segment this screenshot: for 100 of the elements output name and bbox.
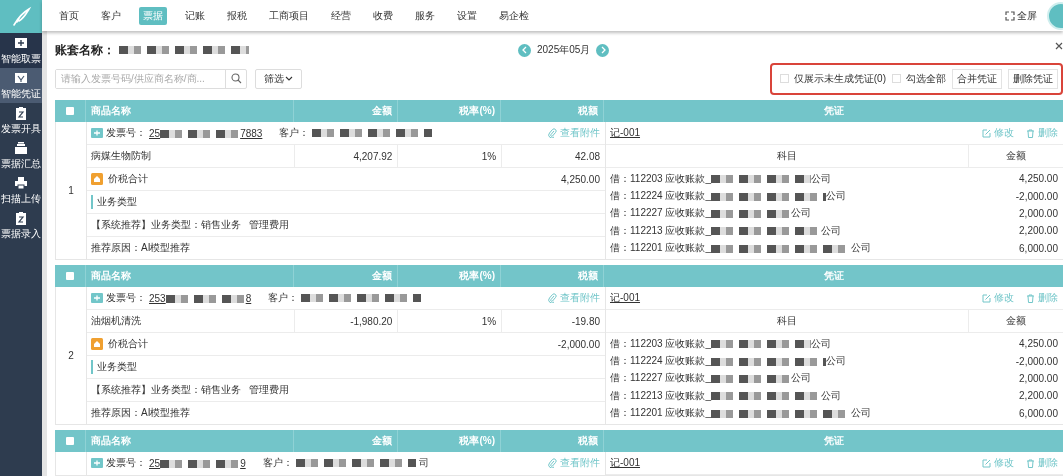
invoice-icon <box>91 128 103 138</box>
nav-tab[interactable]: 客户 <box>97 6 125 25</box>
column-header: 商品名称 <box>91 434 131 448</box>
table-cell-text: 42.08 <box>574 149 601 164</box>
column-header: 凭证 <box>823 434 844 448</box>
customer-name: 司 <box>418 456 429 470</box>
sidebar-item[interactable]: 发票开具 <box>0 103 42 138</box>
fullscreen-button[interactable]: 全屏 <box>1005 8 1037 23</box>
checkbox[interactable] <box>892 74 901 83</box>
nav-tab[interactable]: 记账 <box>181 6 209 25</box>
trash-icon <box>1026 458 1035 468</box>
search-field[interactable]: 请输入发票号码/供应商名称/商... <box>55 68 247 89</box>
table-cell: 4,207.92 <box>294 145 399 167</box>
total-icon <box>91 338 103 350</box>
section-label: 业务类型 <box>91 360 137 374</box>
invoice-icon <box>91 293 103 303</box>
chevron-left-icon <box>520 46 529 54</box>
column-header: 金额 <box>1005 149 1027 163</box>
section-label: 业务类型 <box>91 195 137 209</box>
nav-tab[interactable]: 首页 <box>55 6 83 25</box>
voucher-link[interactable]: 记-001 <box>610 126 640 140</box>
nav-tab[interactable]: 服务 <box>411 6 439 25</box>
recommendation-text: 【系统推荐】业务类型：销售业务 管理费用 <box>91 383 290 397</box>
paperclip-icon <box>548 128 557 138</box>
sidebar-item[interactable]: 票据汇总 <box>0 138 42 173</box>
customer-label: 客户： <box>279 126 310 140</box>
toolbar-button[interactable]: 删除凭证 <box>1008 68 1058 89</box>
nav-tab[interactable]: 经营 <box>327 6 355 25</box>
checkbox[interactable] <box>66 437 74 445</box>
column-header: 税额 <box>578 434 598 448</box>
trash-icon <box>1026 128 1035 138</box>
nav-tab[interactable]: 报税 <box>223 6 251 25</box>
voucher-link[interactable]: 记-001 <box>610 291 640 305</box>
table-cell: 病媒生物防制 <box>87 145 295 167</box>
account-entry: 借：112201 应收账款_ 公司 <box>610 406 871 421</box>
customer-label: 客户： <box>262 456 293 470</box>
edit-icon <box>982 128 991 138</box>
column-header: 凭证 <box>823 104 844 118</box>
nav-tab[interactable]: 收费 <box>369 6 397 25</box>
sidebar-item[interactable]: 扫描上传 <box>0 173 42 208</box>
column-header: 商品名称 <box>91 269 131 283</box>
voucher-link[interactable]: 记-001 <box>610 456 640 470</box>
entry-amount: 6,000.00 <box>1019 407 1058 419</box>
previous-month-button[interactable] <box>518 43 531 57</box>
clipboard-icon <box>14 105 28 120</box>
account-entry: 借：112213 应收账款_ 公司 <box>610 223 841 238</box>
close-icon[interactable] <box>1055 42 1063 50</box>
entry-amount: -2,000.00 <box>1015 355 1058 367</box>
nav-tab[interactable]: 易企检 <box>495 6 533 25</box>
table-cell: 油烟机清洗 <box>87 310 295 332</box>
column-header: 商品名称 <box>91 104 131 118</box>
next-month-button[interactable] <box>596 43 610 57</box>
sidebar-item[interactable]: 智能取票 <box>0 33 42 68</box>
column-header: 税率(%) <box>459 104 495 118</box>
account-entry: 借：112201 应收账款_ 公司 <box>610 241 871 256</box>
nav-tab[interactable]: 工商项目 <box>265 6 313 25</box>
total-icon <box>91 173 103 185</box>
account-entry: 借：112224 应收账款_ 公司 <box>610 189 846 204</box>
entry-amount: 4,250.00 <box>1019 173 1058 185</box>
filter-dropdown[interactable]: 筛选 <box>255 68 302 89</box>
entry-amount: 4,250.00 <box>1019 338 1058 350</box>
column-header: 金额 <box>1005 314 1027 328</box>
recommendation-text: 【系统推荐】业务类型：销售业务 管理费用 <box>91 218 290 232</box>
tray-icon <box>14 140 28 155</box>
sidebar-item[interactable]: 票据录入 <box>0 208 42 243</box>
toolbar-button[interactable]: 合并凭证 <box>952 68 1002 89</box>
account-entry: 借：112213 应收账款_ 公司 <box>610 388 841 403</box>
column-header: 税率(%) <box>459 269 495 283</box>
checkbox[interactable] <box>66 107 74 115</box>
edit-icon <box>982 293 991 303</box>
account-entry: 借：112224 应收账款_ 公司 <box>610 354 846 369</box>
entry-amount: -2,000.00 <box>1015 190 1058 202</box>
paperclip-icon <box>548 458 557 468</box>
column-header: 税率(%) <box>459 434 495 448</box>
expand-icon <box>1005 10 1015 21</box>
entry-amount: 2,000.00 <box>1019 208 1058 219</box>
row-number: 1 <box>68 185 74 196</box>
account-entry: 借：112203 应收账款_ 公司 <box>610 336 831 351</box>
entry-amount: 2,000.00 <box>1019 373 1058 384</box>
column-header: 金额 <box>372 269 392 283</box>
reason-text: 推荐原因：AI模型推荐 <box>91 241 191 255</box>
card-icon <box>14 35 28 50</box>
reason-text: 推荐原因：AI模型推荐 <box>91 406 191 420</box>
nav-tab[interactable]: 设置 <box>453 6 481 25</box>
table-cell: -1,980.20 <box>294 310 399 332</box>
checkbox[interactable] <box>779 74 789 83</box>
invoice-label: 发票号： <box>106 456 146 470</box>
account-label: 账套名称： <box>55 41 115 59</box>
sidebar-item[interactable]: 智能凭证 <box>0 68 42 103</box>
column-header: 金额 <box>372 104 392 118</box>
card-icon <box>14 70 28 85</box>
entry-amount: 6,000.00 <box>1019 242 1058 254</box>
table-cell: 1% <box>398 145 503 167</box>
invoice-label: 发票号： <box>106 126 146 140</box>
trash-icon <box>1026 293 1035 303</box>
table-cell: -2,000.00 <box>557 338 600 350</box>
checkbox-label: 勾选全部 <box>906 71 946 86</box>
checkbox[interactable] <box>66 272 74 280</box>
table-cell: 4,250.00 <box>561 173 600 185</box>
clipboard-icon <box>14 210 28 225</box>
